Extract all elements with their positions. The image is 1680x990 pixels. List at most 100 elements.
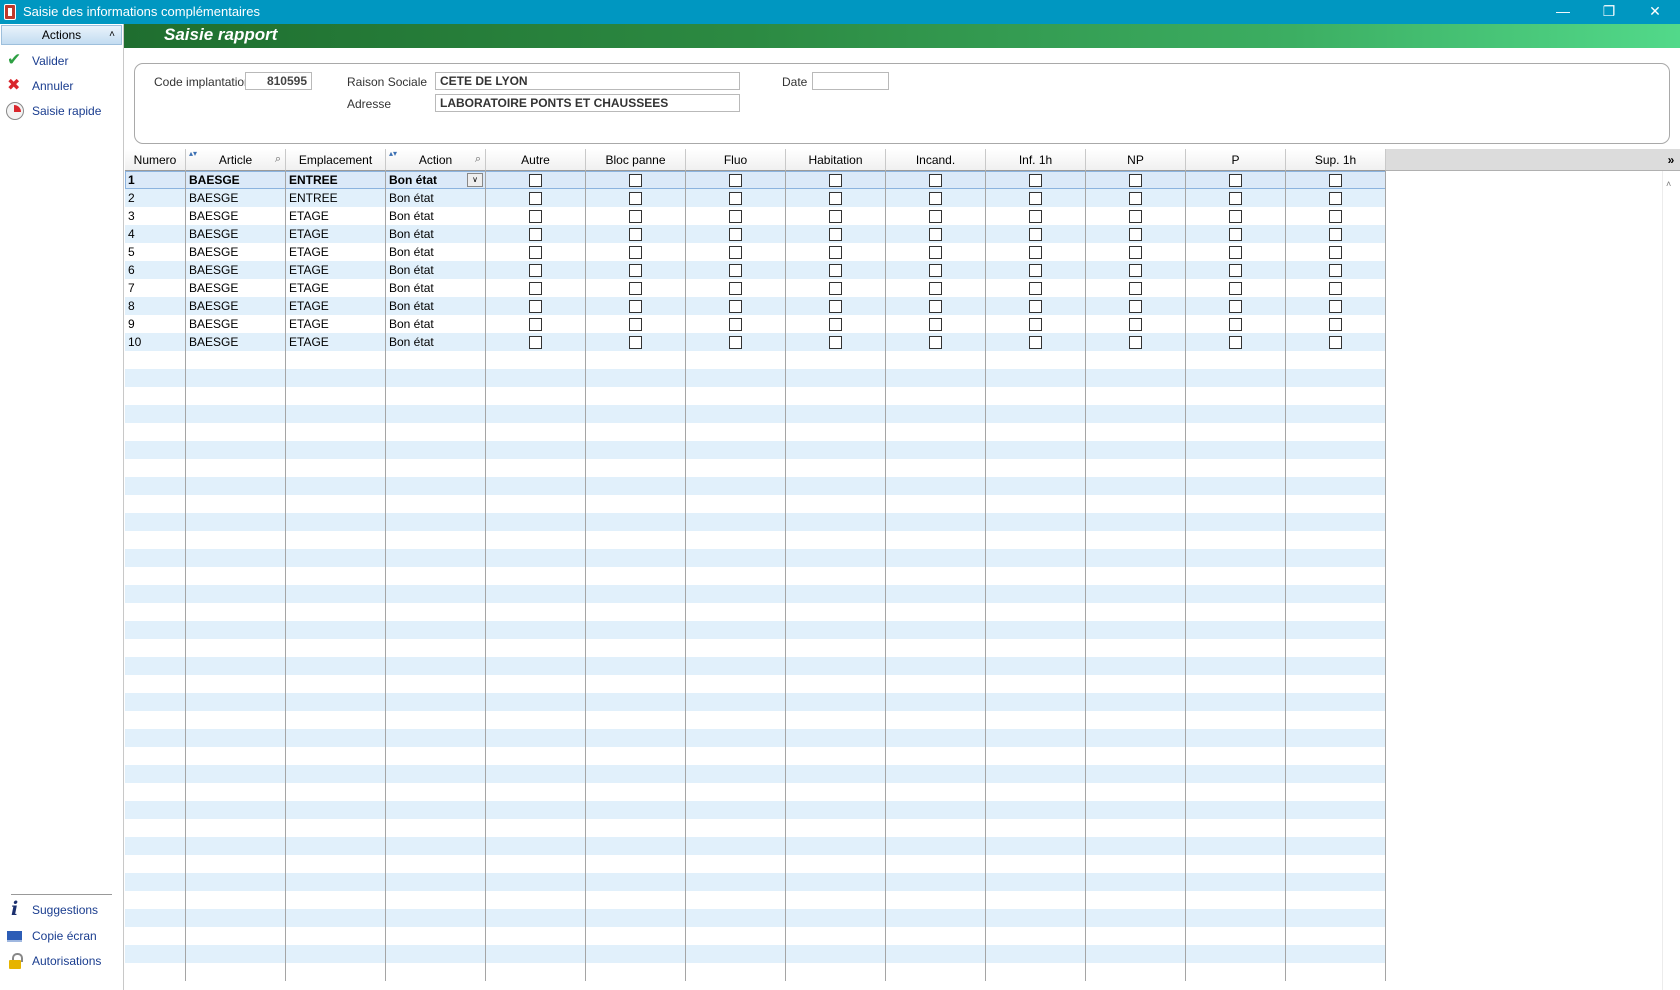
cell-p[interactable] — [1186, 873, 1286, 891]
col-header-incand[interactable]: Incand. — [886, 149, 986, 171]
cell-numero[interactable] — [125, 531, 186, 549]
cell-autre[interactable] — [486, 549, 586, 567]
cell-incand[interactable] — [886, 765, 986, 783]
cell-inf-1h[interactable] — [986, 711, 1086, 729]
cell-action[interactable] — [386, 927, 486, 945]
cell-np[interactable] — [1086, 441, 1186, 459]
cell-autre[interactable] — [486, 567, 586, 585]
cell-inf-1h[interactable] — [986, 423, 1086, 441]
inf-1h-checkbox[interactable] — [1028, 192, 1042, 205]
restore-button[interactable]: ❐ — [1586, 0, 1632, 24]
cell-autre[interactable] — [486, 441, 586, 459]
cell-np[interactable] — [1086, 963, 1186, 981]
p-checkbox[interactable] — [1228, 246, 1242, 259]
cell-p[interactable] — [1186, 603, 1286, 621]
cell-sup-1h[interactable] — [1286, 387, 1386, 405]
bloc-panne-checkbox[interactable] — [628, 336, 642, 349]
incand-checkbox[interactable] — [928, 336, 942, 349]
cell-numero[interactable] — [125, 405, 186, 423]
cell-numero[interactable] — [125, 423, 186, 441]
cell-habitation[interactable] — [786, 477, 886, 495]
cell-bloc-panne[interactable] — [586, 675, 686, 693]
col-header-inf-1h[interactable]: Inf. 1h — [986, 149, 1086, 171]
cell-bloc-panne[interactable] — [586, 369, 686, 387]
cell-habitation[interactable] — [786, 891, 886, 909]
habitation-checkbox[interactable] — [828, 246, 842, 259]
cell-bloc-panne[interactable] — [586, 801, 686, 819]
habitation-checkbox[interactable] — [828, 300, 842, 313]
cell-numero[interactable]: 10 — [125, 333, 186, 351]
cell-emplacement[interactable] — [286, 531, 386, 549]
cell-sup-1h[interactable] — [1286, 765, 1386, 783]
np-checkbox[interactable] — [1128, 336, 1142, 349]
cell-article[interactable] — [186, 423, 286, 441]
cell-np[interactable] — [1086, 837, 1186, 855]
cell-habitation[interactable] — [786, 387, 886, 405]
cell-fluo[interactable] — [686, 441, 786, 459]
bloc-panne-checkbox[interactable] — [628, 282, 642, 295]
cell-habitation[interactable] — [786, 495, 886, 513]
empty-row[interactable] — [125, 531, 1386, 549]
cell-p[interactable] — [1186, 369, 1286, 387]
cell-habitation[interactable] — [786, 945, 886, 963]
chevron-up-icon[interactable]: ˄ — [109, 26, 115, 44]
cell-sup-1h[interactable] — [1286, 657, 1386, 675]
cell-action[interactable]: Bon état ∨ — [386, 171, 486, 189]
cell-sup-1h[interactable] — [1286, 423, 1386, 441]
cell-incand[interactable] — [886, 639, 986, 657]
empty-row[interactable] — [125, 873, 1386, 891]
cell-bloc-panne[interactable] — [586, 603, 686, 621]
col-header-autre[interactable]: Autre — [486, 149, 586, 171]
cell-autre[interactable] — [486, 891, 586, 909]
cell-incand[interactable] — [886, 477, 986, 495]
cell-incand[interactable] — [886, 891, 986, 909]
cell-numero[interactable] — [125, 837, 186, 855]
cell-habitation[interactable] — [786, 513, 886, 531]
cell-numero[interactable] — [125, 711, 186, 729]
cell-sup-1h[interactable] — [1286, 621, 1386, 639]
cell-article[interactable]: BAESGE — [186, 189, 286, 207]
autre-checkbox[interactable] — [528, 264, 542, 277]
cell-emplacement[interactable] — [286, 405, 386, 423]
cell-article[interactable] — [186, 891, 286, 909]
cell-np[interactable] — [1086, 693, 1186, 711]
cell-numero[interactable] — [125, 927, 186, 945]
cell-habitation[interactable] — [786, 603, 886, 621]
cell-numero[interactable] — [125, 891, 186, 909]
cell-bloc-panne[interactable] — [586, 909, 686, 927]
sup-1h-checkbox[interactable] — [1328, 228, 1342, 241]
cell-incand[interactable] — [886, 963, 986, 981]
cell-incand[interactable] — [886, 621, 986, 639]
cell-sup-1h[interactable] — [1286, 927, 1386, 945]
cell-numero[interactable]: 6 — [125, 261, 186, 279]
cell-numero[interactable] — [125, 369, 186, 387]
bloc-panne-checkbox[interactable] — [628, 300, 642, 313]
cell-incand[interactable] — [886, 531, 986, 549]
cell-autre[interactable] — [486, 945, 586, 963]
cell-bloc-panne[interactable] — [586, 765, 686, 783]
cell-autre[interactable] — [486, 531, 586, 549]
cell-emplacement[interactable]: ETAGE — [286, 261, 386, 279]
cell-p[interactable] — [1186, 891, 1286, 909]
inf-1h-checkbox[interactable] — [1028, 174, 1042, 187]
cell-bloc-panne[interactable] — [586, 513, 686, 531]
cell-np[interactable] — [1086, 639, 1186, 657]
cell-numero[interactable] — [125, 585, 186, 603]
empty-row[interactable] — [125, 909, 1386, 927]
empty-row[interactable] — [125, 549, 1386, 567]
cell-sup-1h[interactable] — [1286, 513, 1386, 531]
incand-checkbox[interactable] — [928, 228, 942, 241]
empty-row[interactable] — [125, 963, 1386, 981]
cell-incand[interactable] — [886, 459, 986, 477]
cell-p[interactable] — [1186, 963, 1286, 981]
cell-article[interactable]: BAESGE — [186, 315, 286, 333]
empty-row[interactable] — [125, 387, 1386, 405]
np-checkbox[interactable] — [1128, 318, 1142, 331]
chevron-down-icon[interactable]: ∨ — [467, 173, 483, 187]
cell-np[interactable] — [1086, 405, 1186, 423]
cell-incand[interactable] — [886, 567, 986, 585]
cell-incand[interactable] — [886, 369, 986, 387]
cell-np[interactable] — [1086, 549, 1186, 567]
empty-row[interactable] — [125, 369, 1386, 387]
cell-numero[interactable] — [125, 495, 186, 513]
